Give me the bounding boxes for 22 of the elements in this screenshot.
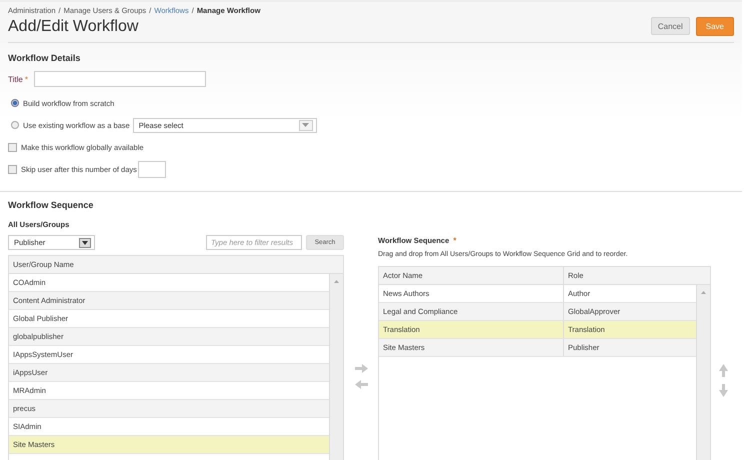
scroll-up-icon[interactable] [701,291,706,294]
scroll-up-icon[interactable] [334,280,339,283]
move-down-icon[interactable] [718,384,728,397]
radio-button[interactable] [11,121,19,129]
required-mark: * [453,236,456,245]
dropdown-caret-icon [298,120,313,130]
section-heading: Workflow Sequence [8,200,94,210]
days-field[interactable] [138,160,166,178]
page-title: Add/Edit Workflow [8,18,138,36]
move-right-icon[interactable] [354,364,368,373]
scrollbar[interactable] [696,285,710,460]
move-left-icon[interactable] [354,380,368,389]
checkbox[interactable] [8,164,17,174]
required-mark: * [24,74,28,84]
checkbox[interactable] [8,142,17,152]
cancel-button[interactable]: Cancel [650,17,690,35]
move-up-icon[interactable] [718,364,728,377]
field-label: Title [8,74,23,84]
dropdown-caret-icon [79,238,91,248]
title-field[interactable] [34,71,206,87]
section-heading: Workflow Details [8,53,82,63]
radio-button[interactable] [11,99,19,107]
